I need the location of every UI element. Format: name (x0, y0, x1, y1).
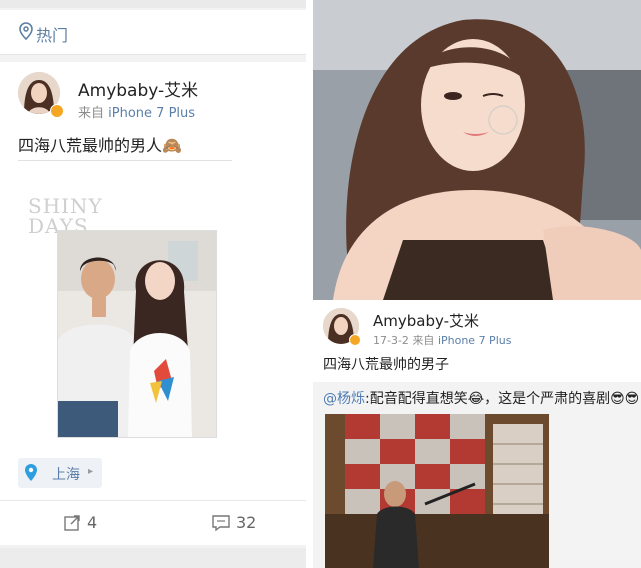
hot-label: 热门 (36, 26, 69, 45)
top-strip (0, 0, 306, 8)
post-text: 四海八荒最帅的男人🙈 (18, 136, 182, 155)
post-username[interactable]: Amybaby-艾米 (78, 76, 198, 101)
left-feed-panel: 热门 Amybaby-艾米 来自 iPhone 7 Plus 四海八荒最帅的男人… (0, 0, 306, 568)
chevron-right-icon: ▸ (88, 466, 94, 477)
location-pin-icon (19, 22, 33, 40)
comment-count: 32 (236, 513, 257, 532)
comment-icon (212, 514, 230, 531)
post-text: 四海八荒最帅的男子 (323, 357, 449, 373)
repost-button[interactable]: 4 (64, 513, 97, 532)
repost-count: 4 (87, 513, 98, 532)
repost-icon (64, 515, 80, 531)
post-date: 17-3-2 (373, 334, 409, 347)
shared-post[interactable]: @杨烁:配音配得直想笑😂，这是个严肃的喜剧😎😎 (313, 382, 641, 568)
source-device[interactable]: iPhone 7 Plus (108, 106, 195, 121)
source-prefix: 来自 (412, 334, 435, 347)
post-source: 来自 iPhone 7 Plus (78, 102, 195, 121)
location-label: 上海 (52, 467, 80, 483)
shared-text: :配音配得直想笑😂，这是个严肃的喜剧😎😎 (365, 391, 640, 407)
shared-post-text: @杨烁:配音配得直想笑😂，这是个严肃的喜剧😎😎 (323, 388, 639, 408)
post-actions-bar: 4 32 (0, 500, 306, 545)
verified-badge-icon (50, 104, 64, 118)
post-username[interactable]: Amybaby-艾米 (373, 310, 479, 331)
post-photo[interactable] (57, 230, 217, 438)
right-feed-panel: 趣 Amybaby-艾米 17-3-2 来自 iPhone 7 Plus 四海八… (313, 0, 641, 568)
weibo-post-card: Amybaby-艾米 17-3-2 来自 iPhone 7 Plus 四海八荒最… (313, 302, 641, 382)
watermark-line1: SHINY (28, 194, 103, 218)
location-tag[interactable]: 上海 ▸ (18, 458, 102, 488)
bottom-strip (0, 548, 306, 568)
selfie-photo[interactable] (313, 0, 641, 300)
verified-badge-icon (349, 334, 361, 346)
location-pin-icon (25, 464, 37, 481)
post-source: 17-3-2 来自 iPhone 7 Plus (373, 332, 511, 348)
source-device[interactable]: iPhone 7 Plus (438, 334, 512, 347)
hot-bar[interactable]: 热门 (0, 10, 306, 55)
mention-link[interactable]: @杨烁 (323, 391, 365, 407)
source-prefix: 来自 (78, 106, 105, 121)
comment-button[interactable]: 32 (212, 513, 256, 532)
divider (18, 160, 232, 161)
shared-photo[interactable] (325, 414, 549, 568)
